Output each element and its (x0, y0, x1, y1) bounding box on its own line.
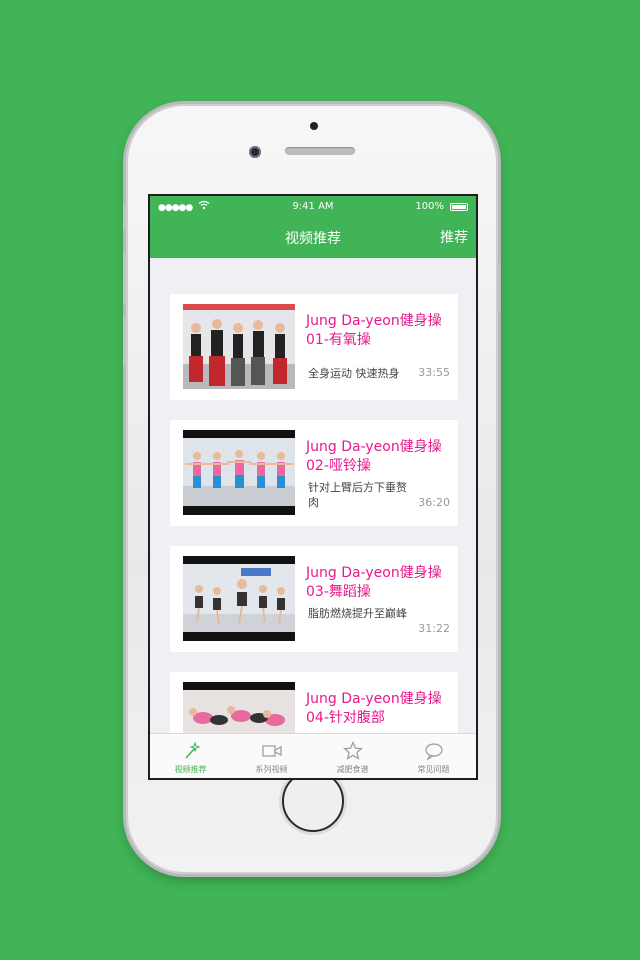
video-description: 针对上臂后方下垂赘肉 (308, 481, 407, 509)
mute-switch (123, 204, 126, 230)
status-bar: ●●●●● 9:41 AM 100% (150, 200, 476, 215)
video-title: Jung Da-yeon健身操02-哑铃操 (306, 439, 442, 474)
tab-series-videos[interactable]: 系列视频 (231, 734, 312, 778)
video-title: Jung Da-yeon健身操04-针对腹部 (306, 691, 442, 726)
nav-header: ●●●●● 9:41 AM 100% 视频推荐 推荐 (150, 196, 476, 258)
video-duration: 31:22 (418, 622, 450, 635)
video-card[interactable]: Jung Da-yeon健身操02-哑铃操 针对上臂后方下垂赘肉 36:20 (170, 420, 458, 526)
video-duration: 33:55 (418, 366, 450, 379)
video-description: 脂肪燃烧提升至巅峰 (308, 607, 407, 620)
tab-diet-recipes[interactable]: 减肥食谱 (312, 734, 393, 778)
tab-label: 系列视频 (255, 765, 288, 774)
video-description: 全身运动 快速热身 (308, 367, 400, 380)
video-duration: 36:20 (418, 496, 450, 509)
video-thumbnail (183, 430, 295, 515)
volume-down-button (123, 316, 126, 366)
recommend-button[interactable]: 推荐 (440, 227, 468, 247)
video-title: Jung Da-yeon健身操01-有氧操 (306, 313, 442, 348)
magic-wand-icon (181, 741, 201, 761)
tab-label: 减肥食谱 (336, 765, 369, 774)
power-button (497, 262, 500, 312)
tab-bar: 视频推荐 系列视频 减肥食谱 常见问题 (150, 733, 476, 778)
app-screen: ●●●●● 9:41 AM 100% 视频推荐 推荐 Jung Da-yeon健… (148, 194, 478, 780)
battery-percent: 100% (415, 201, 444, 212)
video-thumbnail (183, 304, 295, 389)
video-list: Jung Da-yeon健身操01-有氧操 全身运动 快速热身 33:55 Ju… (170, 294, 458, 778)
tab-label: 视频推荐 (174, 765, 207, 774)
front-camera (249, 146, 261, 158)
star-icon (342, 741, 363, 761)
video-camera-icon (261, 741, 282, 761)
video-thumbnail (183, 556, 295, 641)
page-title: 视频推荐 (285, 231, 341, 247)
earpiece-speaker (285, 147, 355, 155)
video-card[interactable]: Jung Da-yeon健身操01-有氧操 全身运动 快速热身 33:55 (170, 294, 458, 400)
chat-bubble-icon (424, 741, 444, 761)
front-sensor (310, 122, 318, 130)
video-card[interactable]: Jung Da-yeon健身操03-舞蹈操 脂肪燃烧提升至巅峰 31:22 (170, 546, 458, 652)
battery-icon (450, 203, 468, 211)
tab-faq[interactable]: 常见问题 (393, 734, 474, 778)
volume-up-button (123, 254, 126, 304)
tab-video-recommend[interactable]: 视频推荐 (150, 734, 231, 778)
tab-label: 常见问题 (417, 765, 450, 774)
video-title: Jung Da-yeon健身操03-舞蹈操 (306, 565, 442, 600)
